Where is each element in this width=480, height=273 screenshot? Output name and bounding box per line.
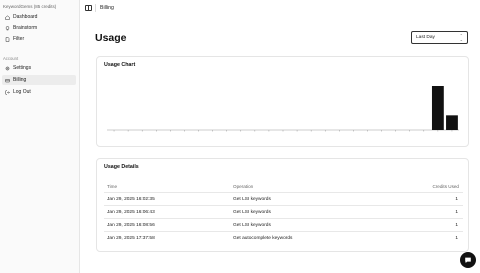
brand-credits: KeywordGems (85 credits) [3,4,57,9]
sidebar-item-label: Filter [13,36,25,42]
main-content: Billing Usage Last Day ⌃ ⌄ Usage Chart Us… [80,0,480,273]
sidebar-item-billing[interactable]: Billing [2,75,76,85]
table-row-time: Jan 29, 2025 16:08:56 [107,223,155,228]
table-row-operation: Get LSI keywords [233,223,271,228]
sidebar: KeywordGems (85 credits) Dashboard Brain… [0,0,80,273]
sidebar-item-label: Brainstorm [13,25,38,31]
table-row-credits: 1 [455,223,458,228]
sidebar-item-logout[interactable]: Log Out [2,87,76,97]
sidebar-item-label: Log Out [13,89,31,95]
home-icon [4,14,10,20]
table-row-credits: 1 [455,236,458,241]
app-root: KeywordGems (85 credits) Dashboard Brain… [0,0,480,273]
sidebar-toggle-icon[interactable] [85,5,92,11]
sidebar-item-brainstorm[interactable]: Brainstorm [2,23,76,33]
page-title: Usage [95,32,127,44]
table-row-operation: Get LSI keywords [233,197,271,202]
column-header-credits: Credits Used [432,184,459,189]
usage-details-card: Usage Details Time Operation Credits Use… [96,158,469,252]
chevron-up-down-icon: ⌃ ⌄ [459,33,463,42]
table-divider [104,205,463,206]
lightbulb-icon [4,25,10,31]
sidebar-item-settings[interactable]: Settings [2,63,76,73]
file-icon [4,36,10,42]
sidebar-item-label: Settings [13,65,32,71]
usage-details-title: Usage Details [104,164,139,170]
sidebar-item-dashboard[interactable]: Dashboard [2,12,76,22]
table-row-time: Jan 29, 2025 16:06:43 [107,210,155,215]
account-section-label: Account [3,56,19,61]
logout-icon [4,89,10,95]
range-select-value: Last Day [416,35,435,40]
usage-chart [107,86,459,132]
sidebar-item-label: Dashboard [13,14,38,20]
table-divider [104,218,463,219]
table-row-credits: 1 [455,210,458,215]
chat-button[interactable] [460,252,476,268]
chat-icon [465,257,471,264]
topbar: Billing [80,0,480,16]
table-row-time: Jan 29, 2025 17:37:58 [107,236,155,241]
column-header-operation: Operation [233,184,254,189]
credit-card-icon [4,77,10,83]
sidebar-item-label: Billing [13,77,27,83]
usage-chart-card: Usage Chart [96,56,469,147]
breadcrumb: Billing [100,5,114,11]
sidebar-item-filter[interactable]: Filter [2,34,76,44]
column-header-time: Time [107,184,118,189]
table-divider [104,231,463,232]
gear-icon [4,65,10,71]
table-row-operation: Get autocomplete keywords [233,236,293,241]
range-select[interactable]: Last Day ⌃ ⌄ [411,31,468,44]
chart-bar[interactable] [431,86,444,130]
table-row-operation: Get LSI keywords [233,210,271,215]
breadcrumb-separator [95,4,96,12]
chart-bar[interactable] [446,115,458,130]
table-row-credits: 1 [455,197,458,202]
table-divider [104,192,463,193]
table-row-time: Jan 29, 2025 16:02:35 [107,197,155,202]
